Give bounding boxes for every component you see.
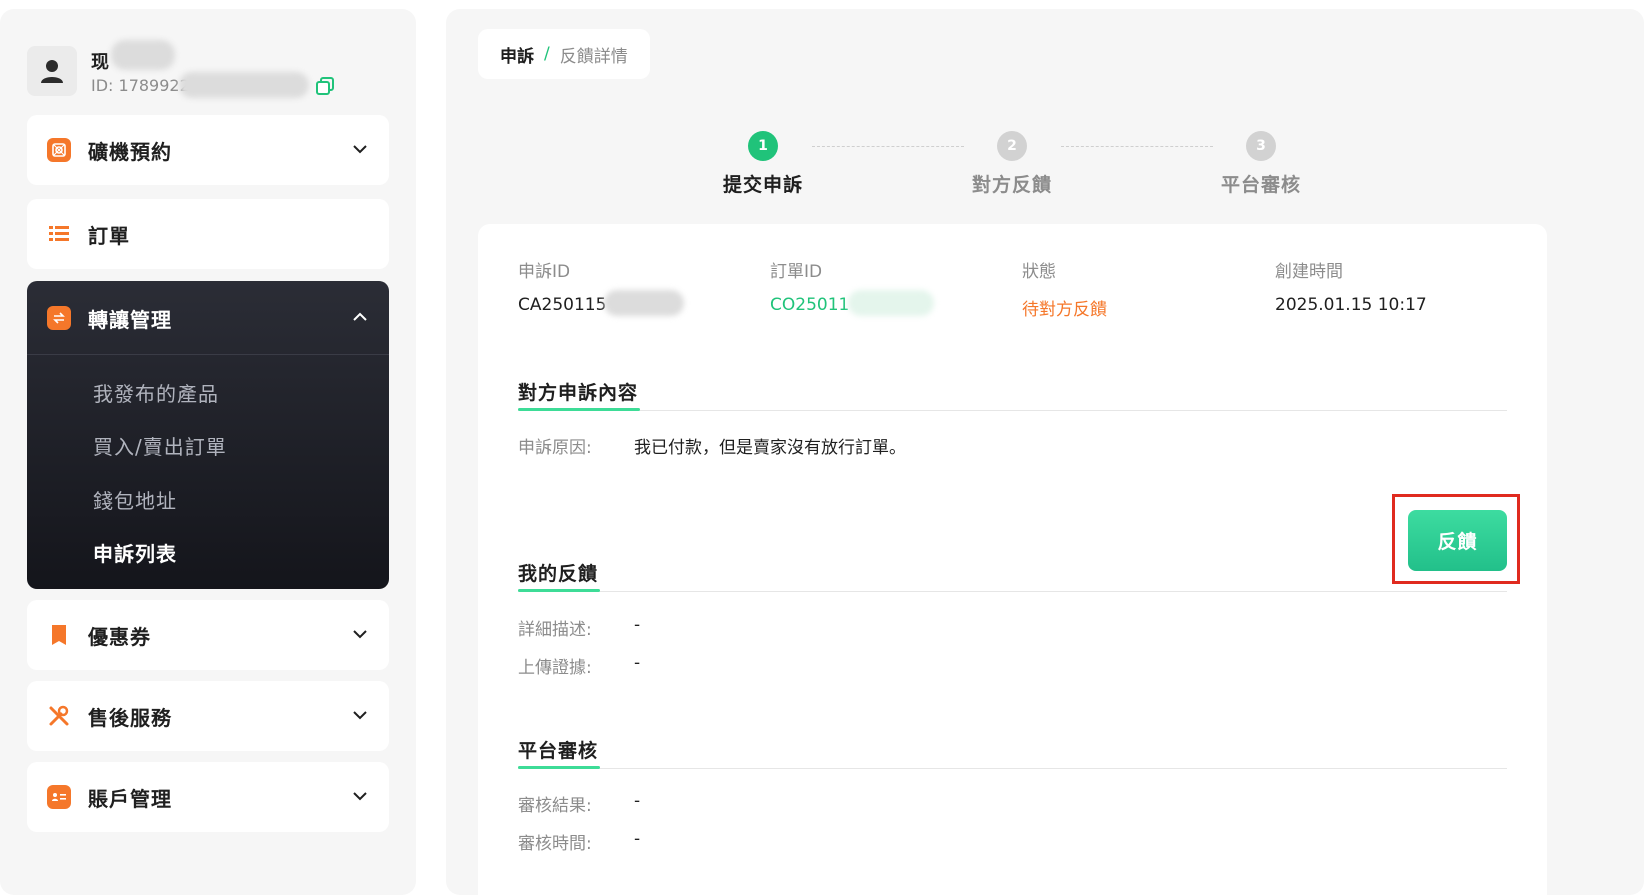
sidebar-item-label: 賬戶管理 [88,787,172,811]
review-result-label: 審核結果: [518,796,592,816]
status-label: 狀態 [1022,262,1056,282]
appeal-reason-value: 我已付款，但是賣家沒有放行訂單。 [634,438,906,458]
review-time-label: 審核時間: [518,834,592,854]
chevron-up-icon [353,312,367,321]
redacted-name [111,40,175,70]
section-divider [518,768,1507,769]
sidebar-item-orders[interactable]: 訂單 [27,199,389,269]
appeal-reason-label: 申訴原因: [518,438,592,458]
chevron-down-icon [353,145,367,154]
sidebar-item-coupons[interactable]: 優惠券 [27,600,389,670]
step-opponent-feedback: 2 對方反饋 [952,131,1072,197]
section-underline [518,766,600,769]
step-number: 2 [997,131,1027,161]
section-underline [518,408,640,411]
step-submit-appeal: 1 提交申訴 [703,131,823,197]
coupon-icon [47,623,71,647]
appeal-id-value: CA250115 [518,295,607,315]
review-time-value: - [634,829,641,849]
breadcrumb-separator: / [544,44,550,64]
review-result-value: - [634,791,641,811]
redacted-appeal-id [604,290,684,316]
avatar[interactable] [27,46,77,96]
account-card-icon [47,785,71,809]
chevron-down-icon [353,711,367,720]
sidebar-item-label: 優惠券 [88,625,151,649]
user-name: 现 [91,52,109,73]
order-id-label: 訂單ID [770,262,823,282]
section-title-opponent-appeal: 對方申訴內容 [518,382,639,404]
appeal-id-label: 申訴ID [518,262,571,282]
list-icon [47,222,71,246]
step-connector [1061,146,1213,147]
redacted-order-id [848,290,934,316]
sidebar-subitem-buy-sell-orders[interactable]: 買入/賣出訂單 [93,431,227,460]
user-profile: 现 ID: 1789922 [27,36,387,102]
detail-description-label: 詳細描述: [518,620,592,640]
created-time-value: 2025.01.15 10:17 [1275,295,1427,315]
sidebar-item-label: 訂單 [88,224,130,248]
sidebar-item-transfer-management: 轉讓管理 我發布的產品 買入/賣出訂單 錢包地址 申訴列表 [27,281,389,589]
step-connector [812,146,964,147]
sidebar-item-label: 售後服務 [88,706,172,730]
breadcrumb-parent[interactable]: 申訴 [500,42,534,67]
step-number: 1 [748,131,778,161]
chevron-down-icon [353,630,367,639]
sidebar-item-transfer-header[interactable]: 轉讓管理 [27,281,389,355]
user-icon [41,60,63,83]
sidebar-item-account-management[interactable]: 賬戶管理 [27,762,389,832]
breadcrumb: 申訴 / 反饋詳情 [478,29,650,79]
step-label: 平台審核 [1220,174,1301,196]
breadcrumb-current: 反饋詳情 [559,46,628,67]
sidebar-subitem-appeal-list[interactable]: 申訴列表 [93,538,177,567]
tools-icon [47,704,71,728]
sidebar-item-label: 轉讓管理 [88,308,172,332]
user-id: ID: 1789922 [91,76,190,95]
order-id-link[interactable]: CO25011 [770,295,849,315]
step-label: 對方反饋 [971,174,1052,196]
step-number: 3 [1246,131,1276,161]
sidebar-subitem-wallet-address[interactable]: 錢包地址 [93,485,177,514]
sidebar-subitem-my-products[interactable]: 我發布的產品 [93,378,219,407]
transfer-icon [47,306,71,330]
section-title-my-feedback: 我的反饋 [518,563,599,585]
sidebar-item-mining-reservation[interactable]: 礦機預約 [27,115,389,185]
evidence-value: - [634,653,641,673]
step-platform-review: 3 平台審核 [1201,131,1321,197]
step-label: 提交申訴 [722,174,803,196]
redacted-id [179,72,309,98]
mining-icon [47,138,71,162]
copy-icon[interactable] [315,76,335,96]
chevron-down-icon [353,792,367,801]
status-badge: 待對方反饋 [1022,300,1107,320]
section-divider [518,410,1507,411]
sidebar-item-label: 礦機預約 [88,140,172,164]
evidence-label: 上傳證據: [518,658,592,678]
appeal-detail-card: 申訴ID CA250115 訂單ID CO25011 狀態 待對方反饋 創建時間… [478,224,1547,895]
section-underline [518,589,600,592]
created-time-label: 創建時間 [1275,262,1343,282]
detail-description-value: - [634,615,641,635]
section-divider [518,591,1507,592]
feedback-button[interactable]: 反饋 [1408,510,1507,571]
sidebar-item-after-sales[interactable]: 售後服務 [27,681,389,751]
section-title-platform-review: 平台審核 [518,740,599,762]
